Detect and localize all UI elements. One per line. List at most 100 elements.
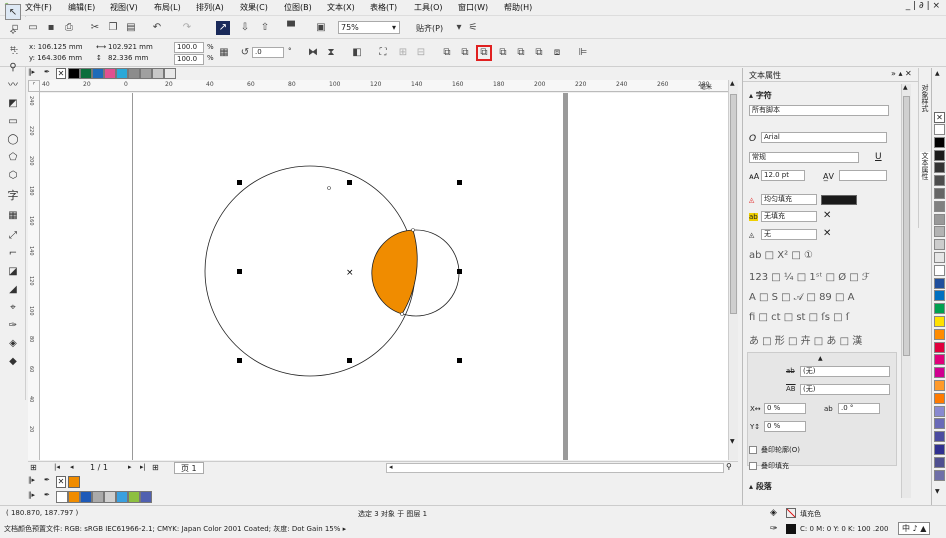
docker-scrollbar[interactable]: ▲	[901, 84, 911, 498]
palette-swatch[interactable]	[934, 290, 945, 302]
weld-icon[interactable]: ⧉	[440, 46, 454, 60]
char-section-header[interactable]: ▴ 字符	[749, 90, 772, 101]
pick-tool-icon[interactable]: ↖	[5, 4, 21, 20]
collapse-up-icon[interactable]: ▲	[818, 355, 823, 362]
palette-swatch[interactable]	[934, 367, 945, 379]
window-controls[interactable]: _ | ∂ | ×	[906, 1, 940, 11]
drop-shadow-tool-icon[interactable]: ◪	[5, 264, 21, 280]
no-color-swatch[interactable]: ✕	[56, 68, 66, 79]
palette-menu-icon-2[interactable]: ‖▸	[28, 476, 35, 484]
scroll-down-icon[interactable]: ▼	[730, 438, 735, 445]
overprint-fill-checkbox[interactable]	[749, 462, 757, 470]
group-icon[interactable]: ◧	[350, 46, 364, 60]
palette-scroll-down-icon[interactable]: ▼	[935, 488, 940, 495]
pos-x-field[interactable]: x: 106.125 mm	[29, 43, 83, 51]
paragraph-section-header[interactable]: ▴ 段落	[749, 481, 772, 492]
undo-icon[interactable]: ↶	[150, 21, 164, 35]
numeral-icons[interactable]: 123 □ ¼ □ 1ˢᵗ □ Ø □ ℱ	[749, 272, 870, 283]
mirror-v-icon[interactable]: ⧗	[324, 46, 338, 60]
options-icon[interactable]: ⚟	[466, 21, 480, 35]
create-boundary-icon[interactable]: ⧈	[550, 46, 564, 60]
palette-no-color-swatch[interactable]: ✕	[934, 112, 945, 123]
menu-bitmaps[interactable]: 位图(B)	[284, 2, 312, 13]
eyedropper-icon[interactable]: ✒	[44, 68, 50, 76]
page-tab[interactable]: 页 1	[174, 462, 204, 474]
last-page-icon[interactable]: ▸|	[140, 463, 146, 471]
document-swatch-bottom[interactable]	[80, 491, 92, 503]
document-swatch[interactable]	[140, 68, 152, 79]
lock-ratio-icon[interactable]: ▦	[217, 46, 231, 60]
basic-shapes-tool-icon[interactable]: ⬡	[5, 168, 21, 184]
smart-fill-tool-icon[interactable]: ◩	[5, 96, 21, 112]
width-field[interactable]: 102.921 mm	[108, 43, 153, 51]
back-minus-front-icon[interactable]: ⧉	[532, 46, 546, 60]
palette-swatch[interactable]	[934, 316, 945, 327]
script-select[interactable]: 所有脚本	[749, 105, 889, 116]
scroll-left-icon[interactable]: ◂	[389, 463, 393, 471]
char-angle-field[interactable]: .0 °	[838, 403, 880, 414]
menu-text[interactable]: 文本(X)	[327, 2, 355, 13]
palette-swatch[interactable]	[934, 149, 945, 161]
outline-select[interactable]: 无	[761, 229, 817, 240]
palette-swatch[interactable]	[934, 456, 945, 468]
menu-layout[interactable]: 布局(L)	[154, 2, 181, 13]
polygon-tool-icon[interactable]: ⬠	[5, 150, 21, 166]
scale-height-field[interactable]: 100.0	[174, 54, 204, 65]
fill-color-swatch[interactable]	[821, 195, 857, 205]
palette-swatch[interactable]	[934, 418, 945, 430]
palette-swatch[interactable]	[934, 175, 945, 187]
transparency-tool-icon[interactable]: ◢	[5, 282, 21, 298]
mirror-h-icon[interactable]: ⧓	[306, 46, 320, 60]
menu-arrange[interactable]: 排列(A)	[196, 2, 224, 13]
palette-swatch[interactable]	[934, 264, 945, 276]
outline-pen-tool-icon[interactable]: ✑	[5, 318, 21, 334]
vertical-scrollbar[interactable]: ▲ ▼	[728, 80, 738, 460]
palette-swatch[interactable]	[934, 392, 945, 404]
docker-scroll-thumb[interactable]	[903, 96, 910, 356]
palette-swatch[interactable]	[934, 239, 945, 251]
no-color-swatch-2[interactable]: ✕	[56, 476, 66, 488]
palette-menu-icon-3[interactable]: ‖▸	[28, 491, 35, 499]
palette-menu-icon[interactable]: ‖▸	[28, 68, 35, 76]
overline-select[interactable]: (无)	[800, 384, 890, 395]
orange-swatch[interactable]	[68, 476, 80, 488]
fill-tool-icon[interactable]: ◈	[5, 336, 21, 352]
palette-swatch[interactable]	[934, 469, 945, 481]
trim-icon[interactable]: ⧉	[458, 46, 472, 60]
document-swatch-bottom[interactable]	[128, 491, 140, 503]
bg-fill-none-icon[interactable]: ✕	[823, 210, 831, 221]
paste-icon[interactable]: ▤	[124, 21, 138, 35]
document-swatch-bottom[interactable]	[92, 491, 104, 503]
intersect-icon[interactable]: ⧉	[476, 45, 492, 61]
save-icon[interactable]: ▪	[44, 21, 58, 35]
palette-swatch[interactable]	[934, 226, 945, 238]
eyedropper-tool-icon[interactable]: ⌖	[5, 300, 21, 316]
swash-icons[interactable]: A □ S □ 𝒜 □ 89 □ A	[749, 292, 854, 303]
horizontal-scrollbar[interactable]: ◂	[386, 463, 724, 473]
font-size-field[interactable]: 12.0 pt	[761, 170, 805, 181]
palette-swatch[interactable]	[934, 328, 945, 340]
zoom-nav-icon[interactable]: ⚲	[726, 462, 732, 471]
welcome-screen-icon[interactable]: ▣	[314, 21, 328, 35]
scale-width-field[interactable]: 100.0	[174, 42, 204, 53]
redo-icon[interactable]: ↷	[180, 21, 194, 35]
snap-chevron-icon[interactable]: ▾	[452, 21, 466, 35]
strikethrough-select[interactable]: (无)	[800, 366, 890, 377]
table-tool-icon[interactable]: ▦	[5, 208, 21, 224]
underline-icon[interactable]: U	[875, 152, 882, 162]
palette-swatch[interactable]	[934, 354, 945, 366]
rotation-field[interactable]: .0	[252, 47, 284, 58]
palette-swatch[interactable]	[934, 136, 945, 148]
connector-tool-icon[interactable]: ⌐	[5, 246, 21, 262]
add-page-icon[interactable]: ⊞	[30, 463, 37, 472]
document-swatch[interactable]	[152, 68, 164, 79]
shape-tool-icon[interactable]: ⟡	[5, 24, 21, 40]
eyedropper-icon-3[interactable]: ✒	[44, 491, 50, 499]
export-icon[interactable]: ⇧	[258, 21, 272, 35]
cut-icon[interactable]: ✂	[88, 21, 102, 35]
first-page-icon[interactable]: |◂	[54, 463, 60, 471]
palette-swatch[interactable]	[934, 341, 945, 353]
zoom-level-select[interactable]: 75% ▾	[338, 21, 400, 34]
rectangle-tool-icon[interactable]: ▭	[5, 114, 21, 130]
document-swatch[interactable]	[92, 68, 104, 79]
